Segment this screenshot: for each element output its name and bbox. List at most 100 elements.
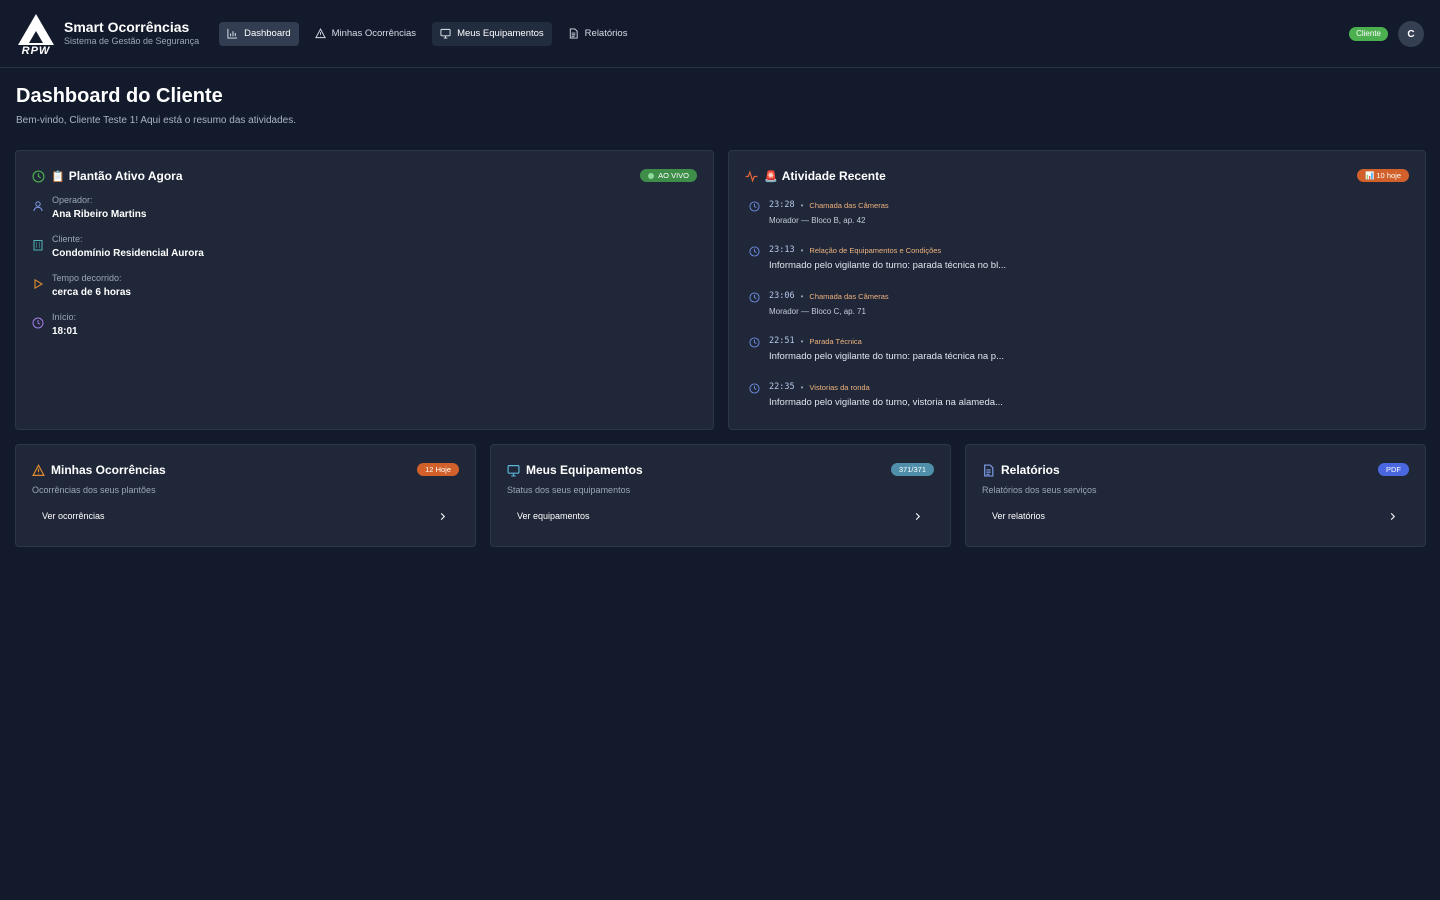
activity-time: 23:06 [769,291,795,301]
activity-description: Informado pelo vigilante do turno: parad… [769,260,1007,271]
card-subtitle: Ocorrências dos seus plantões [32,485,156,495]
page-subtitle: Bem-vindo, Cliente Teste 1! Aqui está o … [16,115,296,126]
activity-time: 23:13 [769,245,795,255]
clipboard-icon: 📋 [51,170,65,183]
activity-category: Chamada das Câmeras [809,201,889,210]
nav-label: Relatórios [584,28,628,39]
start-row: Início: 18:01 [32,311,78,339]
warning-icon [314,28,326,39]
equipment-card[interactable]: Meus Equipamentos 371/371 Status dos seu… [490,444,951,547]
play-icon [34,278,44,290]
activity-description: Informado pelo vigilante do turno: parad… [769,351,1005,362]
chevron-right-icon [1390,512,1396,520]
occurrences-card[interactable]: Minhas Ocorrências 12 Hoje Ocorrências d… [15,444,476,547]
live-dot-icon [648,172,655,179]
elapsed-value: cerca de 6 horas [52,287,131,298]
rpw-logo: RPW [16,13,56,57]
nav-label: Minhas Ocorrências [331,28,417,39]
recent-activity-card: 🚨 Atividade Recente 📊 10 hoje 23:28 • Cham… [728,150,1426,430]
brand[interactable]: RPW Smart Ocorrências Sistema de Gestão … [16,13,200,57]
activity-item[interactable]: 23:13 • Relação de Equipamentos e Condiçõe… [749,245,1409,271]
clock-icon [749,246,760,257]
start-value: 18:01 [52,326,78,337]
live-badge-label: AO VIVO [658,171,689,180]
nav-meus-equipamentos[interactable]: Meus Equipamentos [432,21,552,46]
activity-item[interactable]: 23:28 • Chamada das Câmeras Morador — Bloc… [749,200,1409,226]
activity-category: Chamada das Câmeras [809,292,889,301]
card-title: Minhas Ocorrências [51,463,166,477]
activity-description: Morador — Bloco C, ap. 71 [769,307,866,316]
clock-icon [32,169,45,183]
start-label: Início: [52,312,77,322]
activity-item[interactable]: 22:35 • Vistorias da ronda Informado pelo … [749,382,1409,408]
activity-time: 22:51 [769,336,795,346]
reports-card[interactable]: Relatórios PDF Relatórios dos seus servi… [965,444,1426,547]
operator-row: Operador: Ana Ribeiro Martins [32,194,146,222]
activity-item[interactable]: 22:51 • Parada Técnica Informado pelo vigi… [749,336,1409,362]
app-subtitle: Sistema de Gestão de Segurança [64,36,200,46]
activity-time: 22:35 [769,382,795,392]
live-badge: AO VIVO [640,169,697,182]
view-occurrences-link[interactable]: Ver ocorrências [42,511,447,521]
link-label: Ver ocorrências [42,511,105,521]
clock-icon [749,383,760,394]
separator: • [800,292,804,301]
main-nav: Dashboard Minhas Ocorrências Meus Equipa… [219,21,636,46]
client-value: Condomínio Residencial Aurora [52,248,204,259]
card-title: Meus Equipamentos [526,463,643,477]
user-avatar[interactable]: C [1398,21,1424,47]
clock-icon [749,201,760,212]
activity-category: Vistorias da ronda [809,383,870,392]
operator-value: Ana Ribeiro Martins [52,209,147,220]
card-title: Atividade Recente [781,169,886,183]
separator: • [800,201,804,210]
app-title: Smart Ocorrências [64,19,190,35]
separator: • [800,246,804,255]
activity-item[interactable]: 23:06 • Chamada das Câmeras Morador — Bloc… [749,291,1409,317]
building-icon [33,240,43,251]
clock-icon [749,292,760,303]
activity-category: Parada Técnica [809,337,862,346]
view-reports-link[interactable]: Ver relatórios [992,511,1397,521]
activity-category: Relação de Equipamentos e Condições [809,246,942,255]
clock-icon [749,337,760,348]
elapsed-row: Tempo decorrido: cerca de 6 horas [32,272,131,300]
role-badge: Cliente [1349,27,1388,41]
client-row: Cliente: Condomínio Residencial Aurora [32,233,204,261]
logo-text: RPW [22,45,51,55]
view-equipment-link[interactable]: Ver equipamentos [517,511,922,521]
separator: • [800,337,804,346]
activity-icon [745,169,758,183]
page-title: Dashboard do Cliente [16,85,223,107]
warning-icon [32,463,45,476]
document-icon [984,463,994,477]
activity-description: Informado pelo vigilante do turno, visto… [769,397,1003,408]
siren-icon: 🚨 [764,170,778,183]
activity-time: 23:28 [769,200,795,210]
separator: • [800,383,804,392]
pdf-badge: PDF [1378,463,1409,476]
link-label: Ver relatórios [992,511,1046,521]
chevron-right-icon [440,512,446,520]
link-label: Ver equipamentos [517,511,590,521]
document-icon [569,28,578,39]
card-title: Plantão Ativo Agora [68,169,183,183]
client-label: Cliente: [52,234,83,244]
user-icon [33,201,43,212]
nav-minhas-ocorrencias[interactable]: Minhas Ocorrências [307,22,424,46]
bar-chart-icon [227,28,238,39]
card-subtitle: Relatórios dos seus serviços [982,485,1097,495]
active-shift-card: 📋 Plantão Ativo Agora AO VIVO Operador: … [15,150,714,430]
nav-relatorios[interactable]: Relatórios [560,22,636,46]
monitor-icon [440,28,451,39]
nav-label: Meus Equipamentos [457,28,544,39]
elapsed-label: Tempo decorrido: [52,273,122,283]
chevron-right-icon [915,512,921,520]
nav-dashboard[interactable]: Dashboard [219,21,299,46]
today-badge: 12 Hoje [417,463,459,476]
card-subtitle: Status dos seus equipamentos [507,485,631,495]
today-count-badge: 📊 10 hoje [1356,169,1409,182]
nav-label: Dashboard [244,28,291,39]
clock-icon [32,317,44,329]
top-bar: RPW Smart Ocorrências Sistema de Gestão … [0,0,1440,68]
